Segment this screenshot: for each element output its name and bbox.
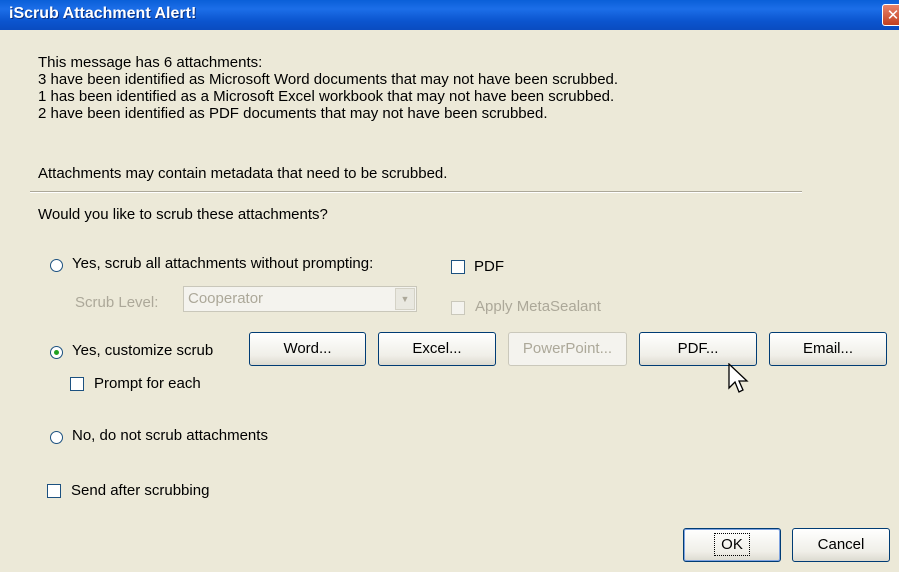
scrub-question: Would you like to scrub these attachment…	[38, 206, 328, 223]
divider	[30, 191, 802, 193]
scrub-level-label: Scrub Level:	[75, 294, 159, 311]
scrub-level-value: Cooperator	[188, 290, 264, 307]
apply-metasealant-checkbox[interactable]	[451, 301, 465, 315]
apply-metasealant-label[interactable]: Apply MetaSealant	[475, 298, 601, 315]
message-line: 1 has been identified as a Microsoft Exc…	[38, 88, 615, 105]
mouse-cursor-icon	[728, 363, 749, 393]
close-icon[interactable]: ✕	[882, 4, 899, 26]
cancel-button[interactable]: Cancel	[792, 528, 890, 562]
radio-customize-scrub[interactable]	[50, 346, 63, 359]
message-line: This message has 6 attachments:	[38, 54, 263, 71]
scrub-level-select[interactable]: Cooperator ▼	[183, 286, 417, 312]
dialog-body: This message has 6 attachments: 3 have b…	[0, 30, 899, 572]
send-after-label[interactable]: Send after scrubbing	[71, 482, 209, 499]
prompt-each-label[interactable]: Prompt for each	[94, 375, 201, 392]
word-button[interactable]: Word...	[249, 332, 366, 366]
scrub-all-label[interactable]: Yes, scrub all attachments without promp…	[72, 255, 373, 272]
send-after-checkbox[interactable]	[47, 484, 61, 498]
message-line: 3 have been identified as Microsoft Word…	[38, 71, 619, 88]
pdf-button[interactable]: PDF...	[639, 332, 757, 366]
email-button[interactable]: Email...	[769, 332, 887, 366]
ok-button[interactable]: OK	[683, 528, 781, 562]
title-bar: iScrub Attachment Alert! ✕	[0, 0, 899, 30]
powerpoint-button[interactable]: PowerPoint...	[508, 332, 627, 366]
excel-button[interactable]: Excel...	[378, 332, 496, 366]
chevron-down-icon[interactable]: ▼	[395, 288, 415, 310]
prompt-each-checkbox[interactable]	[70, 377, 84, 391]
radio-scrub-all[interactable]	[50, 259, 63, 272]
customize-scrub-label[interactable]: Yes, customize scrub	[72, 342, 213, 359]
message-line: 2 have been identified as PDF documents …	[38, 105, 548, 122]
ok-label: OK	[714, 533, 750, 556]
radio-no-scrub[interactable]	[50, 431, 63, 444]
metadata-warning: Attachments may contain metadata that ne…	[38, 165, 448, 182]
window-title: iScrub Attachment Alert!	[9, 5, 197, 22]
pdf-checkbox-label[interactable]: PDF	[474, 258, 504, 275]
no-scrub-label[interactable]: No, do not scrub attachments	[72, 427, 268, 444]
message-block: This message has 6 attachments: 3 have b…	[38, 54, 618, 122]
pdf-checkbox[interactable]	[451, 260, 465, 274]
